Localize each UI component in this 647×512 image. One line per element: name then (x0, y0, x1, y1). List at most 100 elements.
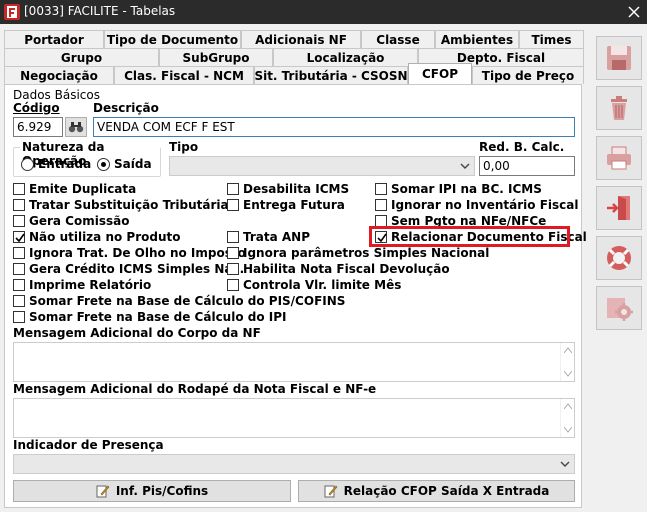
close-icon (628, 6, 640, 18)
cb-entrega-futura-label: Entrega Futura (243, 197, 345, 212)
cb-gera-comissao-label: Gera Comissão (29, 213, 130, 228)
cb-desabilita-icms-label: Desabilita ICMS (243, 181, 350, 196)
title-bar: [0033] FACILITE - Tabelas (0, 0, 647, 24)
indicador-presenca-select[interactable] (13, 454, 575, 474)
checkmark-icon (15, 233, 25, 242)
tab-subgrupo[interactable]: SubGrupo (159, 48, 273, 66)
codigo-input[interactable]: 6.929 (13, 117, 63, 137)
cb-trata-anp[interactable]: Trata ANP (227, 229, 310, 244)
cb-emite-duplicata-box[interactable] (13, 182, 25, 195)
cb-gera-comissao[interactable]: Gera Comissão (13, 213, 129, 228)
scroll-down-icon[interactable] (564, 427, 572, 433)
tab-grupo[interactable]: Grupo (4, 48, 159, 66)
help-button[interactable] (596, 236, 642, 280)
descricao-input[interactable]: VENDA COM ECF F EST (93, 117, 575, 137)
scroll-up-icon[interactable] (564, 347, 572, 353)
cb-nao-utiliza-produto-box[interactable] (13, 230, 25, 243)
radio-saida-dot[interactable] (97, 157, 110, 171)
indicador-presenca-label: Indicador de Presença (13, 438, 164, 452)
red-b-calc-input[interactable]: 0,00 (479, 156, 575, 176)
cb-gera-comissao-box[interactable] (13, 214, 25, 227)
mensagem-rodape-scrollbar[interactable] (560, 399, 574, 437)
cb-somar-ipi-box[interactable] (375, 182, 387, 195)
cb-controla-limite[interactable]: Controla Vlr. limite Mês (227, 277, 401, 292)
tipo-select[interactable] (169, 156, 475, 176)
highlight-box (369, 226, 570, 247)
inf-pis-cofins-label: Inf. Pis/Cofins (115, 484, 209, 498)
cb-somar-frete-pis-box[interactable] (13, 294, 25, 307)
mensagem-rodape-textarea[interactable] (13, 398, 575, 438)
cb-emite-duplicata[interactable]: Emite Duplicata (13, 181, 136, 196)
cb-somar-frete-pis[interactable]: Somar Frete na Base de Cálculo do PIS/CO… (13, 293, 345, 308)
mensagem-rodape-label: Mensagem Adicional do Rodapé da Nota Fis… (13, 382, 377, 396)
settings-button[interactable] (596, 286, 642, 330)
dados-basicos-legend: Dados Básicos (13, 88, 100, 102)
cb-ignora-simples-label: Ignora parâmetros Simples Nacional (243, 245, 490, 260)
tab-classe[interactable]: Classe (361, 30, 435, 48)
radio-entrada[interactable]: Entrada (21, 157, 91, 171)
tab-row-1: Portador Tipo de Documento Adicionais NF… (4, 30, 584, 48)
cb-habilita-devolucao-box[interactable] (227, 262, 239, 275)
cb-ignorar-inventario-box[interactable] (375, 198, 387, 211)
print-icon (607, 146, 631, 170)
cb-entrega-futura[interactable]: Entrega Futura (227, 197, 345, 212)
tab-negociacao[interactable]: Negociação (4, 66, 114, 84)
codigo-label: Código (13, 101, 60, 115)
relacao-cfop-button[interactable]: Relação CFOP Saída X Entrada (298, 480, 575, 502)
scroll-down-icon[interactable] (564, 371, 572, 377)
tab-tipo-de-preco[interactable]: Tipo de Preço (472, 66, 584, 84)
cb-trata-anp-box[interactable] (227, 230, 239, 243)
cb-controla-limite-box[interactable] (227, 278, 239, 291)
cb-entrega-futura-box[interactable] (227, 198, 239, 211)
delete-button[interactable] (596, 86, 642, 130)
cb-gera-credito[interactable]: Gera Crédito ICMS Simples Nac. (13, 261, 244, 276)
tab-adicionais-nf[interactable]: Adicionais NF (241, 30, 361, 48)
scroll-up-icon[interactable] (564, 403, 572, 409)
mensagem-corpo-label: Mensagem Adicional do Corpo da NF (13, 326, 261, 340)
radio-entrada-dot[interactable] (21, 157, 34, 171)
tab-times[interactable]: Times (519, 30, 584, 48)
codigo-search-button[interactable] (65, 117, 87, 137)
print-button[interactable] (596, 136, 642, 180)
save-button[interactable] (596, 36, 642, 80)
chevron-down-icon (560, 461, 570, 467)
radio-saida[interactable]: Saída (97, 157, 152, 171)
cb-nao-utiliza-produto[interactable]: Não utiliza no Produto (13, 229, 180, 244)
save-icon (607, 46, 631, 70)
tab-ambientes[interactable]: Ambientes (435, 30, 519, 48)
cb-gera-credito-label: Gera Crédito ICMS Simples Nac. (29, 261, 245, 276)
cb-somar-ipi[interactable]: Somar IPI na BC. ICMS (375, 181, 542, 196)
tab-localizacao[interactable]: Localização (273, 48, 418, 66)
cb-tratar-st[interactable]: Tratar Substituição Tributária (13, 197, 229, 212)
cb-ignora-olho[interactable]: Ignora Trat. De Olho no Imposto (13, 245, 246, 260)
cb-desabilita-icms-box[interactable] (227, 182, 239, 195)
cb-controla-limite-label: Controla Vlr. limite Mês (243, 277, 402, 292)
cb-ignora-simples-box[interactable] (227, 246, 239, 259)
cb-habilita-devolucao[interactable]: Habilita Nota Fiscal Devolução (227, 261, 450, 276)
tab-tipo-documento[interactable]: Tipo de Documento (104, 30, 241, 48)
tab-clas-fiscal-ncm[interactable]: Clas. Fiscal - NCM (114, 66, 254, 84)
mensagem-corpo-scrollbar[interactable] (560, 343, 574, 381)
close-button[interactable] (621, 0, 647, 24)
inf-pis-cofins-button[interactable]: Inf. Pis/Cofins (13, 480, 291, 502)
cb-imprime-relatorio-box[interactable] (13, 278, 25, 291)
tab-portador[interactable]: Portador (4, 30, 104, 48)
cb-somar-ipi-label: Somar IPI na BC. ICMS (391, 181, 542, 196)
cb-somar-frete-ipi[interactable]: Somar Frete na Base de Cálculo do IPI (13, 309, 287, 324)
cb-somar-frete-ipi-box[interactable] (13, 310, 25, 323)
tab-row-2: Grupo SubGrupo Localização Depto. Fiscal (4, 48, 584, 66)
cb-ignora-olho-box[interactable] (13, 246, 25, 259)
cb-sem-pgto-box[interactable] (375, 214, 387, 227)
cb-gera-credito-box[interactable] (13, 262, 25, 275)
tab-sit-tributaria-csosn[interactable]: Sit. Tributária - CSOSN (254, 66, 408, 84)
cb-ignorar-inventario[interactable]: Ignorar no Inventário Fiscal (375, 197, 579, 212)
cb-ignora-simples[interactable]: Ignora parâmetros Simples Nacional (227, 245, 489, 260)
tab-cfop[interactable]: CFOP (408, 63, 472, 84)
cb-imprime-relatorio[interactable]: Imprime Relatório (13, 277, 151, 292)
cb-desabilita-icms[interactable]: Desabilita ICMS (227, 181, 349, 196)
mensagem-corpo-textarea[interactable] (13, 342, 575, 382)
edit-document-icon (324, 485, 338, 498)
cb-tratar-st-box[interactable] (13, 198, 25, 211)
window-title: [0033] FACILITE - Tabelas (24, 4, 176, 18)
exit-button[interactable] (596, 186, 642, 230)
